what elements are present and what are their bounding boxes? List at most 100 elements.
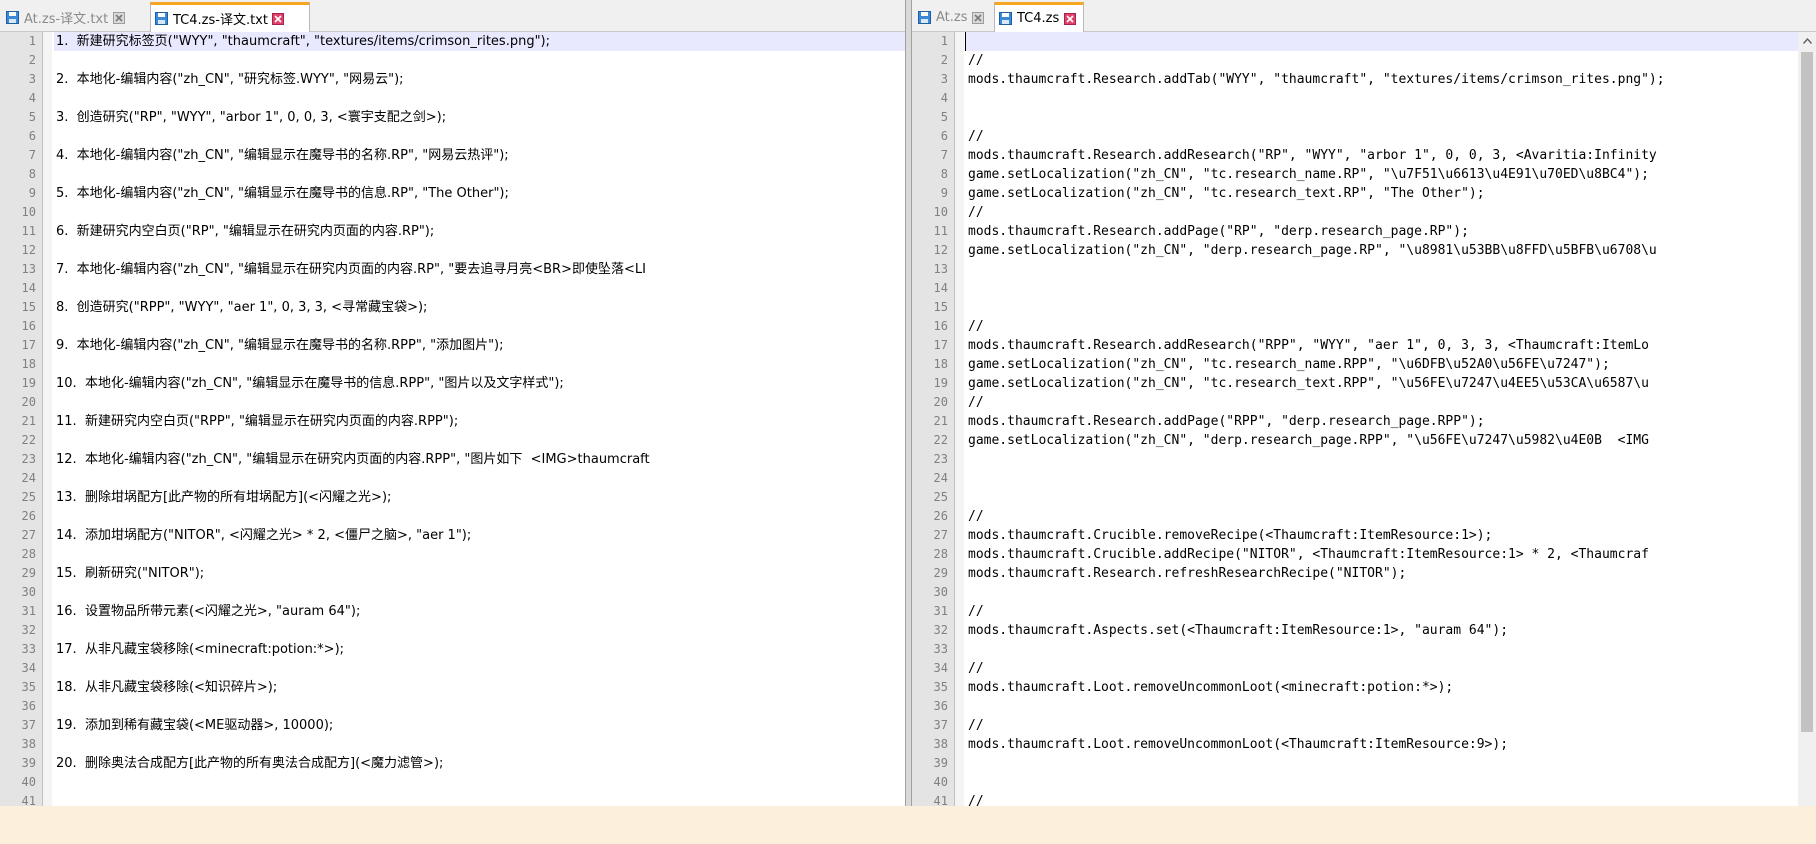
code-line[interactable] [966, 488, 1798, 507]
code-line[interactable]: mods.thaumcraft.Loot.removeUncommonLoot(… [966, 678, 1798, 697]
code-line[interactable]: // [966, 317, 1798, 336]
tab-tc4-zs[interactable]: TC4.zs [994, 2, 1084, 32]
code-line[interactable]: 15. 刷新研究("NITOR"); [54, 564, 905, 583]
code-line[interactable]: mods.thaumcraft.Crucible.addRecipe("NITO… [966, 545, 1798, 564]
code-line[interactable] [966, 89, 1798, 108]
code-line[interactable]: game.setLocalization("zh_CN", "tc.resear… [966, 355, 1798, 374]
line-number: 23 [21, 452, 36, 466]
code-line[interactable]: 17. 从非凡藏宝袋移除(<minecraft:potion:*>); [54, 640, 905, 659]
code-line[interactable] [54, 203, 905, 222]
code-line[interactable]: mods.thaumcraft.Research.addPage("RPP", … [966, 412, 1798, 431]
code-line[interactable] [966, 754, 1798, 773]
code-line[interactable]: 4. 本地化-编辑内容("zh_CN", "编辑显示在魔导书的名称.RP", "… [54, 146, 905, 165]
right-editor[interactable]: 1 2 3 4 5 6 7 8 9 10 11 12 13 14 15 16 17 18 19 20 21 22 23 24 2… [912, 32, 1816, 806]
code-line[interactable]: game.setLocalization("zh_CN", "derp.rese… [966, 241, 1798, 260]
code-line[interactable]: 19. 添加到稀有藏宝袋(<ME驱动器>, 10000); [54, 716, 905, 735]
code-line[interactable]: 9. 本地化-编辑内容("zh_CN", "编辑显示在魔导书的名称.RPP", … [54, 336, 905, 355]
code-line[interactable] [54, 469, 905, 488]
code-line[interactable] [54, 431, 905, 450]
code-line[interactable] [966, 260, 1798, 279]
code-line[interactable] [54, 165, 905, 184]
code-line[interactable]: 3. 创造研究("RP", "WYY", "arbor 1", 0, 0, 3,… [54, 108, 905, 127]
code-line[interactable] [966, 450, 1798, 469]
code-line[interactable]: mods.thaumcraft.Research.addResearch("RP… [966, 336, 1798, 355]
code-line[interactable]: // [966, 203, 1798, 222]
code-line[interactable] [54, 773, 905, 792]
close-icon[interactable] [1063, 12, 1076, 25]
code-line[interactable] [54, 279, 905, 298]
code-line[interactable]: mods.thaumcraft.Research.addResearch("RP… [966, 146, 1798, 165]
left-editor[interactable]: 1 2 3 4 5 6 7 8 9 10 11 12 13 14 15 16 17 18 19 20 21 22 23 24 2… [0, 32, 905, 806]
code-line[interactable]: 6. 新建研究内空白页("RP", "编辑显示在研究内页面的内容.RP"); [54, 222, 905, 241]
code-line[interactable] [966, 469, 1798, 488]
code-line[interactable]: // [966, 507, 1798, 526]
scroll-up-arrow-icon[interactable] [1798, 32, 1816, 50]
code-line[interactable]: // [966, 127, 1798, 146]
code-line[interactable]: 7. 本地化-编辑内容("zh_CN", "编辑显示在研究内页面的内容.RP",… [54, 260, 905, 279]
code-line[interactable] [54, 621, 905, 640]
code-line[interactable]: // [966, 659, 1798, 678]
code-line[interactable]: mods.thaumcraft.Research.refreshResearch… [966, 564, 1798, 583]
code-line[interactable]: mods.thaumcraft.Aspects.set(<Thaumcraft:… [966, 621, 1798, 640]
vertical-scrollbar[interactable] [1798, 32, 1816, 806]
code-line[interactable]: // [966, 792, 1798, 806]
current-code-line[interactable] [966, 32, 1798, 51]
code-line[interactable] [54, 735, 905, 754]
code-line[interactable]: 12. 本地化-编辑内容("zh_CN", "编辑显示在研究内页面的内容.RPP… [54, 450, 905, 469]
tab-tc4-zs-translation[interactable]: TC4.zs-译文.txt [150, 2, 310, 32]
code-line[interactable] [54, 393, 905, 412]
code-line[interactable] [966, 279, 1798, 298]
scrollbar-thumb[interactable] [1801, 52, 1813, 732]
pane-splitter[interactable] [905, 0, 912, 806]
code-line[interactable]: // [966, 716, 1798, 735]
code-line[interactable]: game.setLocalization("zh_CN", "tc.resear… [966, 374, 1798, 393]
close-icon[interactable] [112, 11, 125, 24]
code-line[interactable]: 11. 新建研究内空白页("RPP", "编辑显示在研究内页面的内容.RPP")… [54, 412, 905, 431]
current-code-line[interactable]: 1. 新建研究标签页("WYY", "thaumcraft", "texture… [54, 32, 905, 51]
code-line[interactable] [54, 89, 905, 108]
code-line[interactable] [966, 773, 1798, 792]
code-line[interactable]: 16. 设置物品所带元素(<闪耀之光>, "auram 64"); [54, 602, 905, 621]
code-line[interactable]: game.setLocalization("zh_CN", "derp.rese… [966, 431, 1798, 450]
code-line[interactable]: mods.thaumcraft.Research.addTab("WYY", "… [966, 70, 1798, 89]
code-line[interactable] [54, 127, 905, 146]
code-line[interactable]: game.setLocalization("zh_CN", "tc.resear… [966, 165, 1798, 184]
code-line[interactable] [54, 659, 905, 678]
code-line[interactable]: mods.thaumcraft.Crucible.removeRecipe(<T… [966, 526, 1798, 545]
code-line[interactable]: 5. 本地化-编辑内容("zh_CN", "编辑显示在魔导书的信息.RP", "… [54, 184, 905, 203]
code-line[interactable] [966, 108, 1798, 127]
code-line[interactable]: // [966, 602, 1798, 621]
code-line[interactable] [54, 545, 905, 564]
code-line[interactable] [966, 697, 1798, 716]
code-line[interactable]: 10. 本地化-编辑内容("zh_CN", "编辑显示在魔导书的信息.RPP",… [54, 374, 905, 393]
code-line[interactable]: 18. 从非凡藏宝袋移除(<知识碎片>); [54, 678, 905, 697]
tab-at-zs-translation[interactable]: At.zs-译文.txt [2, 4, 148, 31]
code-line[interactable] [54, 792, 905, 806]
code-line[interactable] [54, 241, 905, 260]
code-line[interactable] [54, 317, 905, 336]
code-line[interactable]: // [966, 393, 1798, 412]
close-icon[interactable] [272, 12, 285, 25]
code-line[interactable] [966, 583, 1798, 602]
code-line[interactable]: mods.thaumcraft.Research.addPage("RP", "… [966, 222, 1798, 241]
close-icon[interactable] [972, 11, 985, 24]
code-line[interactable] [966, 298, 1798, 317]
code-line[interactable]: mods.thaumcraft.Loot.removeUncommonLoot(… [966, 735, 1798, 754]
code-line[interactable] [966, 640, 1798, 659]
code-line[interactable] [54, 697, 905, 716]
code-line[interactable] [54, 51, 905, 70]
code-area[interactable]: 1. 新建研究标签页("WYY", "thaumcraft", "texture… [54, 32, 905, 806]
code-line[interactable] [54, 507, 905, 526]
line-number: 24 [933, 471, 948, 485]
code-line[interactable]: 8. 创造研究("RPP", "WYY", "aer 1", 0, 3, 3, … [54, 298, 905, 317]
code-line[interactable] [54, 583, 905, 602]
code-line[interactable]: game.setLocalization("zh_CN", "tc.resear… [966, 184, 1798, 203]
tab-at-zs[interactable]: At.zs [914, 4, 992, 31]
code-line[interactable]: 14. 添加坩埚配方("NITOR", <闪耀之光> * 2, <僵尸之脑>, … [54, 526, 905, 545]
code-line[interactable] [54, 355, 905, 374]
code-line[interactable]: 20. 删除奥法合成配方[此产物的所有奥法合成配方](<魔力滤管>); [54, 754, 905, 773]
code-area[interactable]: //mods.thaumcraft.Research.addTab("WYY",… [966, 32, 1798, 806]
code-line[interactable]: 2. 本地化-编辑内容("zh_CN", "研究标签.WYY", "网易云"); [54, 70, 905, 89]
code-line[interactable]: 13. 删除坩埚配方[此产物的所有坩埚配方](<闪耀之光>); [54, 488, 905, 507]
code-line[interactable]: // [966, 51, 1798, 70]
